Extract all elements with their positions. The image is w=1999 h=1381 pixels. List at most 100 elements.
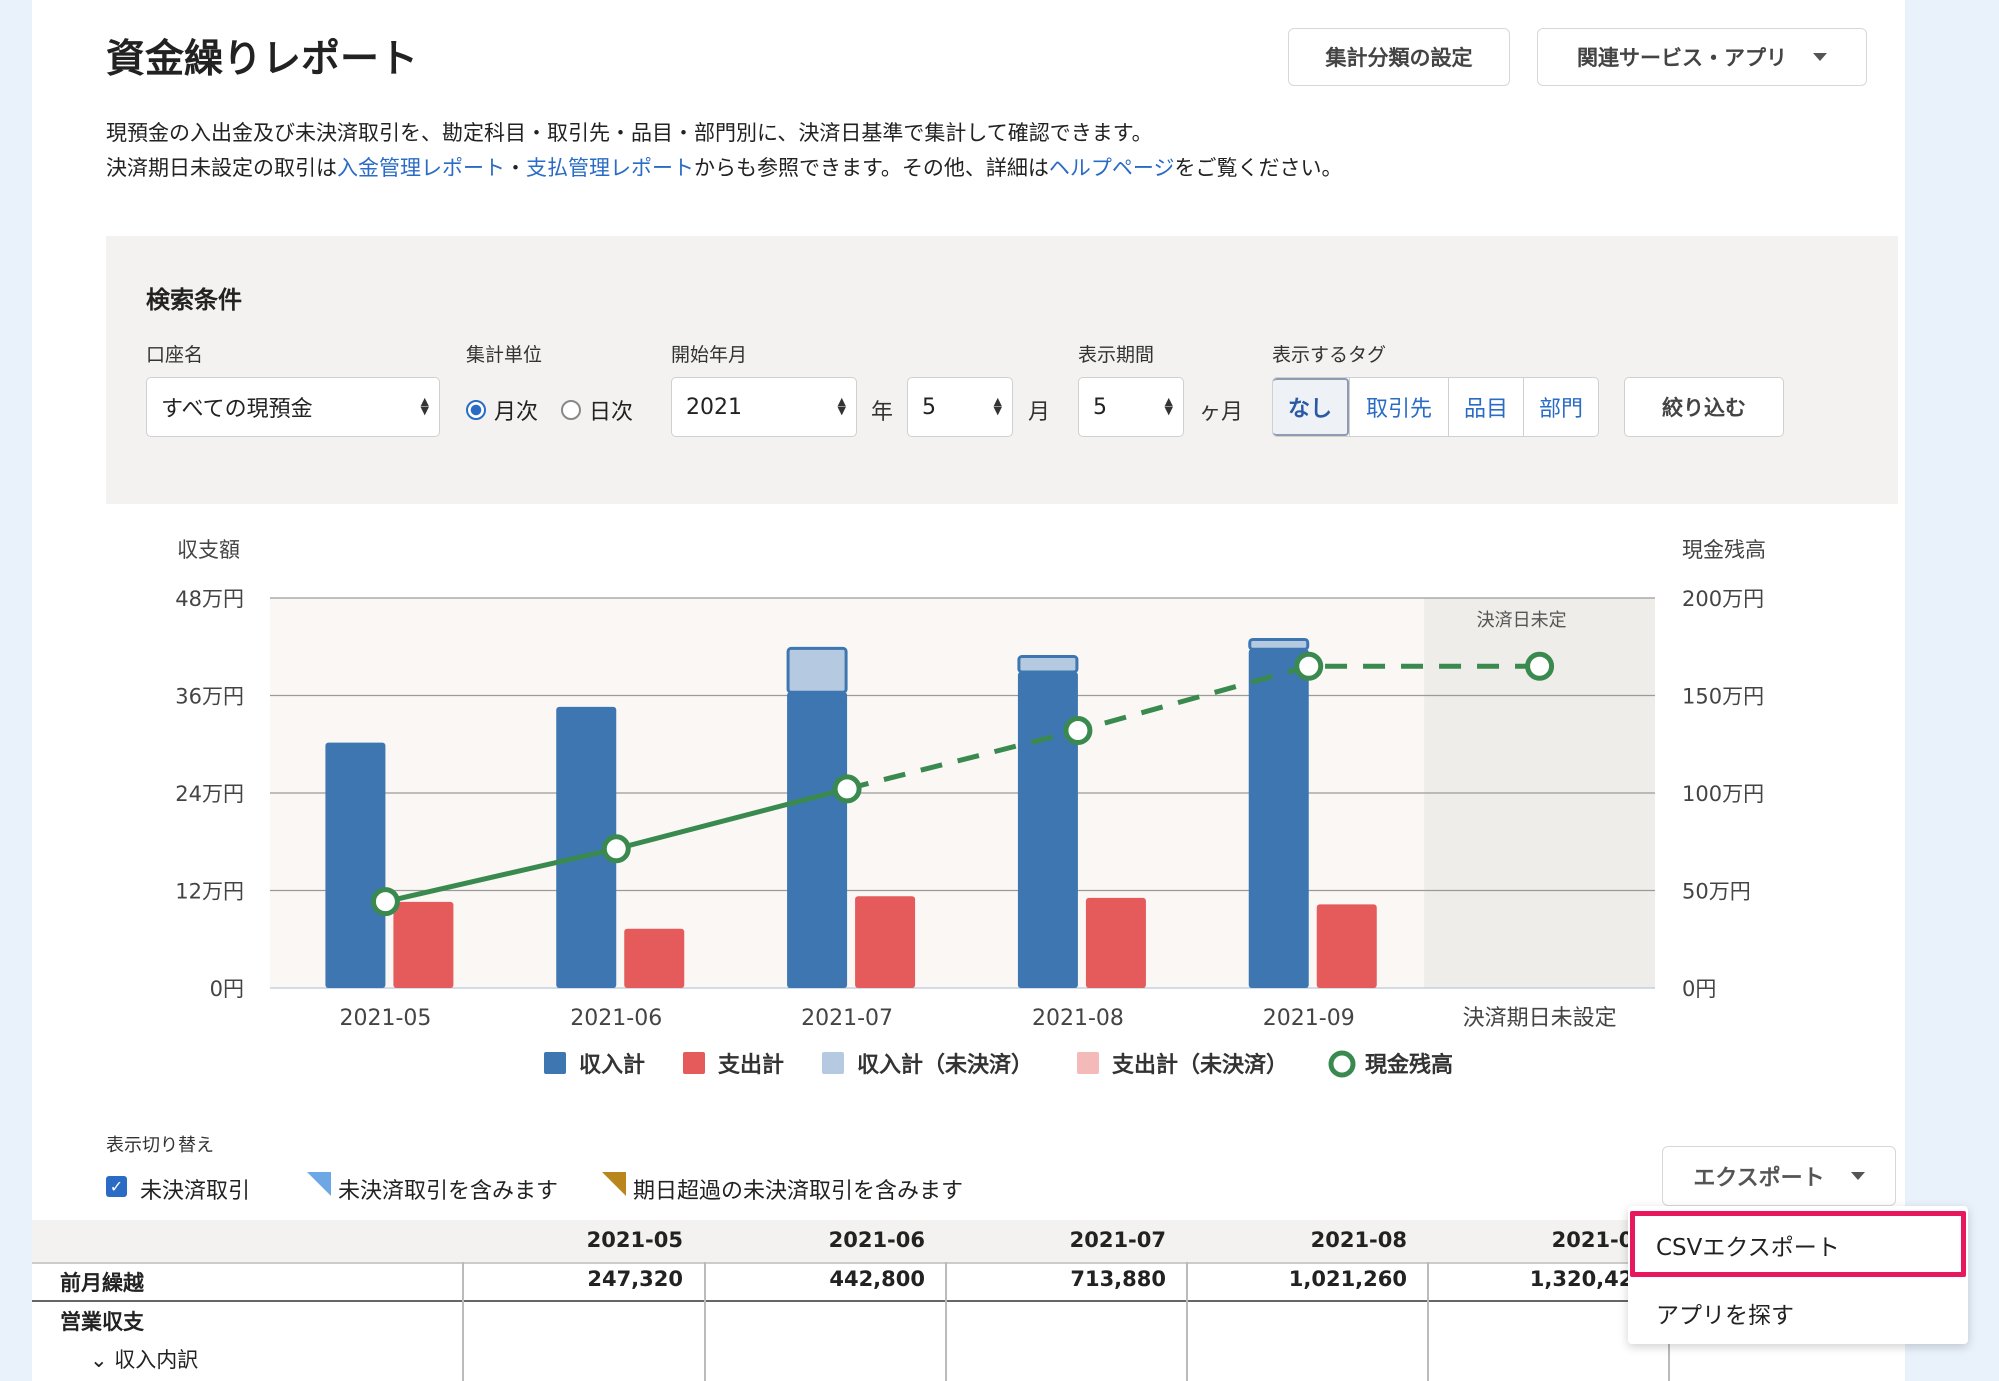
help-page-link[interactable]: ヘルプページ — [1049, 156, 1175, 180]
chevron-down-icon — [1850, 1172, 1865, 1180]
income-unsettled-bar — [1248, 637, 1310, 651]
expense-bar — [855, 896, 916, 988]
year-unit: 年 — [871, 400, 894, 425]
balance-point — [601, 834, 631, 864]
cashflow-chart: 決済日未定 48万円 36万円 24万円 12万円 0円 200万円 150万円 100万円 50… — [175, 538, 1766, 1078]
column-header: 2021-06 — [828, 1228, 925, 1252]
tag-none-button[interactable]: なし — [1273, 378, 1349, 436]
table-cell: 713,880 — [1070, 1267, 1166, 1291]
right-tick-label: 100万円 — [1682, 782, 1764, 806]
table-cell: 247,320 — [587, 1267, 683, 1291]
related-services-button[interactable]: 関連サービス・アプリ — [1537, 28, 1867, 86]
left-tick-label: 24万円 — [175, 782, 244, 806]
search-panel-title: 検索条件 — [146, 286, 242, 314]
row-label: 営業収支 — [60, 1310, 144, 1334]
start-year-value: 2021 — [686, 394, 742, 420]
income-unsettled-bar — [786, 646, 848, 694]
unsettled-marker-icon — [307, 1172, 331, 1196]
column-header: 2021-05 — [586, 1228, 683, 1252]
tag-partner-button[interactable]: 取引先 — [1349, 378, 1448, 436]
related-services-label: 関連サービス・アプリ — [1577, 46, 1787, 70]
balance-point — [370, 887, 400, 917]
right-tick-label: 50万円 — [1682, 880, 1751, 904]
unit-label: 集計単位 — [466, 344, 543, 366]
select-arrows-icon: ▲ ▼ — [837, 395, 846, 417]
overdue-marker-icon — [602, 1172, 626, 1196]
select-arrows-icon: ▲ ▼ — [993, 395, 1002, 417]
description-line-1: 現預金の入出金及び未決済取引を、勘定科目・取引先・品目・部門別に、決済日基準で集… — [106, 121, 1153, 145]
expense-bar — [624, 928, 685, 988]
column-header: 2021-09 — [1551, 1228, 1648, 1252]
export-button-label: エクスポート — [1693, 1166, 1825, 1191]
unit-monthly-radio[interactable]: 月次 — [466, 394, 538, 426]
start-month-select[interactable]: 5 ▲ ▼ — [907, 377, 1013, 437]
find-apps-menu-item[interactable]: アプリを探す — [1628, 1296, 1968, 1330]
search-panel: 検索条件 口座名 すべての現預金 ▲ ▼ 集計単位 月次 日次 開始年月 2021… — [106, 236, 1898, 504]
period-select[interactable]: 5 ▲ ▼ — [1078, 377, 1184, 437]
tag-label: 表示するタグ — [1272, 344, 1387, 366]
left-axis-title: 収支額 — [177, 538, 240, 562]
table-cell: 1,021,260 — [1288, 1267, 1407, 1291]
account-select-value: すべての現預金 — [161, 397, 313, 422]
overdue-note: 期日超過の未決済取引を含みます — [633, 1179, 964, 1204]
description-text: からも参照できます。その他、詳細は — [694, 156, 1049, 180]
legend-label: 支出計 — [718, 1052, 784, 1078]
account-select[interactable]: すべての現預金 ▲ ▼ — [146, 377, 440, 437]
export-button[interactable]: エクスポート — [1662, 1146, 1896, 1206]
tag-segmented-control: なし 取引先 品目 部門 — [1272, 377, 1599, 437]
left-tick-label: 12万円 — [175, 880, 244, 904]
x-tick-label: 2021-08 — [1032, 1006, 1124, 1031]
right-tick-label: 200万円 — [1682, 587, 1764, 611]
description-line-2: 決済期日未設定の取引は入金管理レポート・支払管理レポートからも参照できます。その… — [106, 152, 1343, 182]
description-separator: ・ — [505, 156, 526, 180]
expense-bar — [1316, 904, 1377, 988]
right-tick-label: 150万円 — [1682, 685, 1764, 709]
report-page: 資金繰りレポート 集計分類の設定 関連サービス・アプリ 現預金の入出金及び未決済… — [32, 0, 1905, 1381]
unsettled-checkbox[interactable]: ✓ — [106, 1176, 127, 1197]
legend-swatch — [1077, 1052, 1099, 1074]
legend-swatch — [683, 1052, 705, 1074]
page-title: 資金繰りレポート — [106, 37, 419, 82]
right-axis-title: 現金残高 — [1682, 538, 1766, 562]
unit-daily-radio[interactable]: 日次 — [561, 394, 633, 426]
x-tick-label: 2021-06 — [570, 1006, 662, 1031]
header-divider — [32, 1262, 1632, 1264]
tag-item-button[interactable]: 品目 — [1448, 378, 1523, 436]
column-header: 2021-08 — [1310, 1228, 1407, 1252]
income-bar — [1248, 649, 1309, 988]
row-label[interactable]: ⌄ 収入内訳 — [90, 1344, 198, 1374]
start-year-select[interactable]: 2021 ▲ ▼ — [671, 377, 857, 437]
left-tick-label: 0円 — [210, 977, 244, 1001]
unsettled-checkbox-label: 未決済取引 — [140, 1179, 251, 1204]
legend-label: 支出計（未決済） — [1112, 1052, 1288, 1078]
expense-bar — [393, 901, 454, 988]
income-unsettled-bar — [1017, 655, 1079, 674]
description-text: 決済期日未設定の取引は — [106, 156, 337, 180]
payment-report-link[interactable]: 支払管理レポート — [526, 156, 694, 180]
chevron-down-icon — [1813, 53, 1827, 61]
unit-daily-label: 日次 — [589, 400, 634, 425]
row-label: 前月繰越 — [60, 1271, 144, 1295]
balance-point — [1063, 716, 1093, 746]
income-report-link[interactable]: 入金管理レポート — [337, 156, 505, 180]
income-bar — [787, 692, 848, 988]
month-unit: 月 — [1028, 400, 1051, 425]
display-toggle-label: 表示切り替え — [106, 1135, 214, 1156]
table-cell: 442,800 — [829, 1267, 925, 1291]
legend-swatch — [822, 1052, 844, 1074]
balance-point — [1294, 651, 1324, 681]
account-label: 口座名 — [146, 344, 204, 366]
tag-department-button[interactable]: 部門 — [1523, 378, 1598, 436]
legend-swatch — [544, 1052, 566, 1074]
category-settings-button[interactable]: 集計分類の設定 — [1288, 28, 1510, 86]
period-unit: ヶ月 — [1199, 400, 1244, 425]
legend-label: 収入計 — [579, 1052, 645, 1078]
table-cell: 1,320,420 — [1529, 1267, 1648, 1291]
x-tick-label: 決済期日未設定 — [1463, 1006, 1617, 1031]
x-tick-label: 2021-07 — [801, 1006, 893, 1031]
legend-label: 現金残高 — [1365, 1052, 1453, 1078]
unit-monthly-label: 月次 — [494, 400, 539, 425]
income-bar — [325, 742, 386, 988]
filter-button[interactable]: 絞り込む — [1624, 377, 1784, 437]
start-label: 開始年月 — [671, 344, 748, 366]
